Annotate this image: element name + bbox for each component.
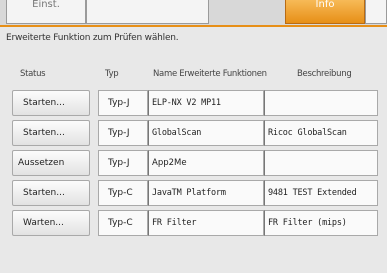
- table-row[interactable]: Starten... Typ-C JavaTM Platform 9481 TE…: [12, 180, 378, 206]
- name-cell: FR Filter: [148, 210, 264, 236]
- type-cell: Typ-C: [98, 180, 148, 206]
- description-cell: [264, 90, 378, 116]
- header-type: Typ: [105, 69, 119, 79]
- status-button[interactable]: Warten...: [12, 210, 90, 236]
- tab-label: Info: [315, 0, 335, 10]
- name-cell: App2Me: [148, 150, 264, 176]
- tab-blank-2[interactable]: [365, 0, 387, 24]
- tab-blank-1[interactable]: [86, 0, 209, 24]
- type-cell: Typ-J: [98, 90, 148, 116]
- status-button[interactable]: Starten...: [12, 120, 90, 146]
- header-status: Status: [20, 69, 46, 79]
- description-cell: [264, 150, 378, 176]
- type-cell: Typ-J: [98, 120, 148, 146]
- table-row[interactable]: Starten... Typ-J GlobalScan Ricoc Global…: [12, 120, 378, 146]
- type-cell: Typ-C: [98, 210, 148, 236]
- tab-underline: [0, 25, 387, 27]
- name-cell: JavaTM Platform: [148, 180, 264, 206]
- tab-info[interactable]: Info: [285, 0, 365, 24]
- description-cell: Ricoc GlobalScan: [264, 120, 378, 146]
- status-button[interactable]: Starten...: [12, 180, 90, 206]
- header-name: Name Erweiterte Funktionen: [153, 69, 267, 79]
- name-cell: GlobalScan: [148, 120, 264, 146]
- status-button[interactable]: Starten...: [12, 90, 90, 116]
- name-cell: ELP-NX V2 MP11: [148, 90, 264, 116]
- description-cell: FR Filter (mips): [264, 210, 378, 236]
- status-button[interactable]: Aussetzen: [12, 150, 90, 176]
- instruction-text: Erweiterte Funktion zum Prüfen wählen.: [6, 33, 179, 43]
- table-row[interactable]: Aussetzen Typ-J App2Me: [12, 150, 378, 176]
- tab-label: Einst.: [32, 0, 60, 10]
- tab-einst[interactable]: Einst.: [6, 0, 86, 24]
- header-description: Beschreibung: [297, 69, 352, 79]
- table-row[interactable]: Starten... Typ-J ELP-NX V2 MP11: [12, 90, 378, 116]
- type-cell: Typ-J: [98, 150, 148, 176]
- description-cell: 9481 TEST Extended: [264, 180, 378, 206]
- table-row[interactable]: Warten... Typ-C FR Filter FR Filter (mip…: [12, 210, 378, 236]
- tab-bar: Einst. Info: [0, 0, 387, 27]
